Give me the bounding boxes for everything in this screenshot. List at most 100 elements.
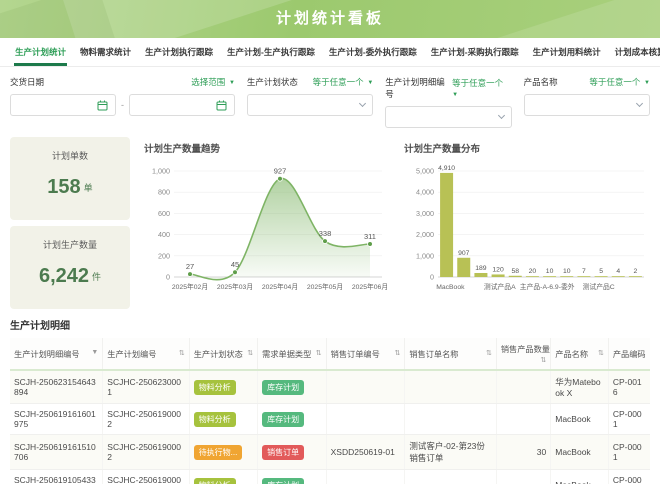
tab-6[interactable]: 生产计划-采购执行跟踪 (424, 38, 526, 66)
column-label: 产品名称 (555, 350, 588, 359)
cell-sales-order-name: 测试客户-02-第23份销售订单 (405, 435, 497, 470)
filter-operator-button[interactable]: 选择范围 ▼ (191, 76, 235, 88)
data-point (323, 239, 328, 244)
column-label: 销售订单编号 (331, 350, 380, 359)
cell-sales-order-no (326, 470, 405, 484)
tab-bar: 生产计划统计物料需求统计生产计划执行跟踪生产计划-生产执行跟踪生产计划-委外执行… (0, 38, 660, 67)
chevron-down-icon (359, 100, 366, 107)
filter-product-name: 产品名称等于任意一个 ▼ (524, 76, 650, 128)
bar (629, 276, 642, 277)
column-header[interactable]: 销售产品数量⇅ (496, 338, 550, 370)
svg-text:1,000: 1,000 (152, 167, 170, 176)
date-from-input[interactable] (10, 94, 116, 116)
status-badge: 物料分析 (194, 412, 236, 427)
svg-text:2: 2 (634, 268, 638, 275)
tab-8[interactable]: 计划成本核算 (608, 38, 660, 66)
column-header[interactable]: 销售订单编号 ⇅ (326, 338, 405, 370)
column-label: 产品编码 (613, 350, 646, 359)
sort-icon[interactable]: ⇅ (394, 349, 400, 357)
header-banner: 计划统计看板 (0, 0, 660, 38)
column-header[interactable]: 需求单据类型 ⇅ (258, 338, 326, 370)
date-range-separator: - (121, 100, 124, 110)
doc-type-badge: 库存计划 (262, 412, 304, 427)
tab-1[interactable]: 生产计划统计 (8, 38, 73, 66)
cell-plan-status: 物料分析 (189, 404, 257, 435)
sort-icon[interactable]: ⇅ (486, 349, 492, 357)
data-point (188, 272, 193, 277)
cell-product-name: MacBook (551, 435, 609, 470)
sort-icon[interactable]: ⇅ (316, 349, 322, 357)
column-header[interactable]: 产品编码 (608, 338, 650, 370)
cell-plan-no: SCJHC-2506190001 (103, 470, 189, 484)
column-header[interactable]: 生产计划明细编号▼ (10, 338, 103, 370)
line-chart-title: 计划生产数量趋势 (140, 137, 390, 157)
cell-plan-no: SCJHC-2506230001 (103, 370, 189, 404)
doc-type-badge: 库存计划 (262, 380, 304, 395)
column-header[interactable]: 产品名称 ⇅ (551, 338, 609, 370)
tab-5[interactable]: 生产计划-委外执行跟踪 (322, 38, 424, 66)
stat-unit: 件 (92, 270, 101, 283)
column-label: 生产计划状态 (194, 350, 243, 359)
cell-sales-qty (496, 404, 550, 435)
svg-text:600: 600 (158, 209, 170, 218)
dropdown-triangle-icon: ▼ (366, 80, 374, 86)
dropdown-triangle-icon: ▼ (452, 92, 458, 98)
bar (509, 276, 522, 277)
cell-sales-order-name (405, 370, 497, 404)
svg-text:338: 338 (319, 229, 332, 238)
svg-text:10: 10 (546, 268, 554, 275)
cell-sales-qty (496, 470, 550, 484)
cell-doc-type: 库存计划 (258, 470, 326, 484)
filter-select-product-name[interactable] (524, 94, 650, 116)
line-chart-card: 计划生产数量趋势 02004006008001,000272025年02月452… (140, 137, 390, 309)
column-label: 需求单据类型 (262, 350, 311, 359)
stat-card-2: 计划生产数量6,242件 (10, 226, 130, 309)
svg-text:4,000: 4,000 (416, 188, 434, 197)
tab-4[interactable]: 生产计划-生产执行跟踪 (220, 38, 322, 66)
svg-text:1,000: 1,000 (416, 251, 434, 260)
cell-plan-detail-no: SCJH-250623154643894 (10, 370, 103, 404)
column-header[interactable]: 销售订单名称⇅ (405, 338, 497, 370)
sort-icon[interactable]: ⇅ (247, 349, 253, 357)
svg-text:2025年06月: 2025年06月 (352, 282, 388, 291)
svg-text:189: 189 (475, 265, 487, 272)
stat-unit: 单 (84, 181, 93, 194)
dropdown-triangle-icon: ▼ (227, 80, 235, 86)
svg-text:4: 4 (616, 268, 620, 275)
tab-7[interactable]: 生产计划用料统计 (526, 38, 608, 66)
date-to-input[interactable] (129, 94, 235, 116)
bar (577, 276, 590, 277)
table-row: SCJH-250623154643894SCJHC-2506230001物料分析… (10, 370, 650, 404)
svg-text:2025年05月: 2025年05月 (307, 282, 343, 291)
page-title: 计划统计看板 (0, 0, 660, 38)
svg-text:120: 120 (492, 266, 504, 273)
column-header[interactable]: 生产计划状态 ⇅ (189, 338, 257, 370)
cell-doc-type: 库存计划 (258, 404, 326, 435)
detail-table-section: 生产计划明细 生产计划明细编号▼生产计划编号⇅生产计划状态⇅需求单据类型⇅销售订… (0, 317, 660, 484)
filter-operator-button[interactable]: 等于任意一个 ▼ (589, 76, 650, 88)
cell-plan-status: 物料分析 (189, 370, 257, 404)
sort-icon[interactable]: ▼ (91, 349, 98, 356)
tab-3[interactable]: 生产计划执行跟踪 (138, 38, 220, 66)
cell-sales-qty (496, 370, 550, 404)
cell-plan-status: 物料分析 (189, 470, 257, 484)
svg-text:907: 907 (458, 250, 470, 257)
filter-plan-detail-no: 生产计划明细编号等于任意一个 ▼ (385, 76, 511, 128)
svg-text:主产品-A-6.9-委外: 主产品-A-6.9-委外 (520, 282, 575, 291)
table-row: SCJH-250619105433703SCJHC-2506190001物料分析… (10, 470, 650, 484)
cell-plan-detail-no: SCJH-250619161601975 (10, 404, 103, 435)
filter-operator-button[interactable]: 等于任意一个 ▼ (452, 77, 512, 99)
svg-text:400: 400 (158, 230, 170, 239)
filter-select-plan-detail-no[interactable] (385, 106, 511, 128)
svg-text:7: 7 (582, 268, 586, 275)
cell-plan-detail-no: SCJH-250619161510706 (10, 435, 103, 470)
filter-operator-button[interactable]: 等于任意一个 ▼ (313, 76, 374, 88)
cell-doc-type: 销售订单 (258, 435, 326, 470)
sort-icon[interactable]: ⇅ (598, 349, 604, 357)
filter-select-plan-status[interactable] (247, 94, 373, 116)
sort-icon[interactable]: ⇅ (540, 356, 546, 364)
sort-icon[interactable]: ⇅ (179, 349, 185, 357)
cell-plan-detail-no: SCJH-250619105433703 (10, 470, 103, 484)
tab-2[interactable]: 物料需求统计 (73, 38, 138, 66)
column-header[interactable]: 生产计划编号⇅ (103, 338, 189, 370)
